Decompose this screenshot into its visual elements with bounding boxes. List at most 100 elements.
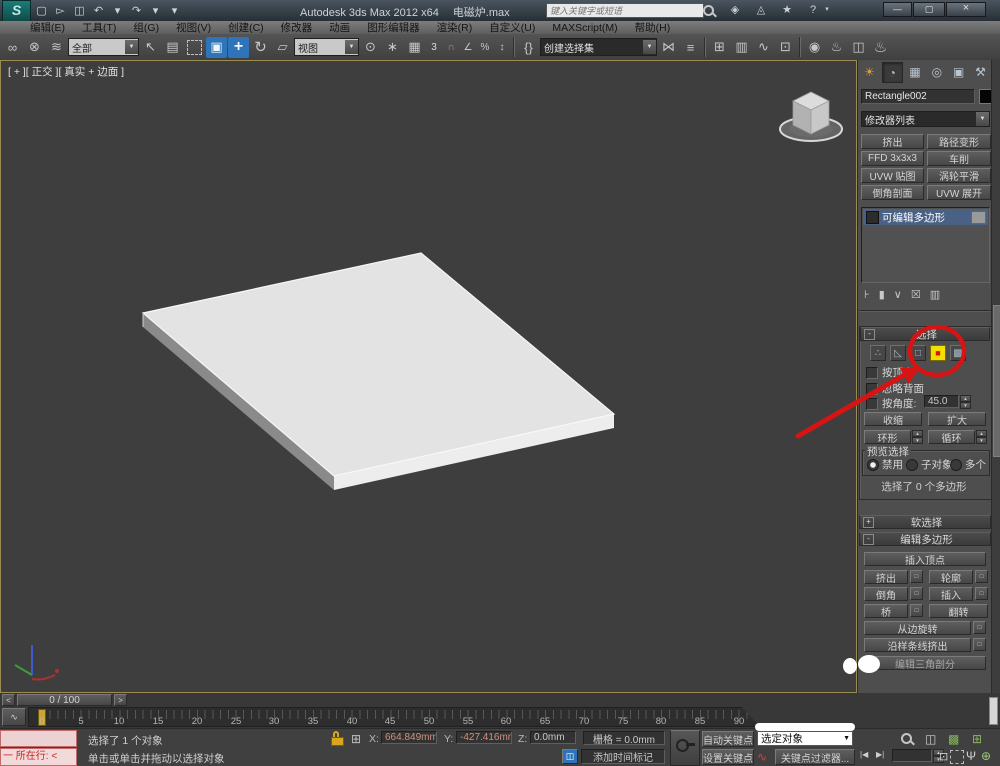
element-subobject-icon[interactable]: ▩ — [950, 345, 966, 361]
outline-button[interactable]: 轮廓 — [929, 570, 973, 584]
percent-snap-icon[interactable]: % — [477, 37, 493, 58]
select-and-move-icon[interactable]: + — [228, 37, 249, 58]
menu-help[interactable]: 帮助(H) — [635, 20, 671, 35]
pin-stack-icon[interactable]: ⊦ — [864, 288, 870, 301]
zoom-extents-icon[interactable]: ▩ — [948, 732, 959, 746]
angle-spinner[interactable]: ▲▼ — [960, 395, 971, 408]
ignore-backfacing-checkbox-row[interactable]: 忽略背面 — [866, 381, 924, 396]
select-and-manipulate-icon[interactable]: ∗ — [382, 37, 403, 58]
chevron-down-icon[interactable]: ▼ — [125, 40, 138, 54]
key-filter-selected-dropdown[interactable]: 选定对象 ▼ — [757, 731, 853, 746]
modifier-button-extrude[interactable]: 挤出 — [861, 134, 924, 149]
next-frame-icon[interactable]: ▶| — [876, 750, 884, 759]
select-by-name-icon[interactable]: ▤ — [162, 37, 183, 58]
preview-subobject-radio-row[interactable]: 子对象 — [906, 457, 953, 472]
infocenter-search-input[interactable] — [546, 3, 704, 18]
angle-value-field[interactable]: 45.0 — [924, 395, 959, 408]
viewport[interactable]: [ + ][ 正交 ][ 真实 + 边面 ] — [0, 60, 857, 693]
panel-scrollbar-thumb[interactable] — [993, 305, 1000, 457]
absolute-offset-mode-icon[interactable]: ⊞ — [351, 732, 361, 746]
window-crossing-toggle-icon[interactable]: ▣ — [206, 37, 227, 58]
tab-motion-icon[interactable]: ◎ — [927, 62, 946, 81]
remove-modifier-icon[interactable]: ☒ — [911, 288, 921, 301]
angle-snap-icon[interactable]: ∠ — [460, 37, 476, 58]
undo-icon[interactable]: ↶ — [91, 4, 106, 17]
panel-scrollbar[interactable] — [991, 60, 1000, 694]
set-key-button[interactable]: 设置关键点 — [702, 749, 754, 765]
rendered-frame-window-icon[interactable]: ◫ — [848, 37, 869, 58]
subscription-icon[interactable]: ◈ — [726, 3, 744, 17]
stack-item-editable-poly[interactable]: 可编辑多边形 — [863, 209, 988, 225]
redo-icon[interactable]: ↷ — [129, 4, 144, 17]
extrude-button[interactable]: 挤出 — [864, 570, 908, 584]
preview-multiple-radio-row[interactable]: 多个 — [950, 457, 986, 472]
select-and-link-icon[interactable]: ∞ — [2, 37, 23, 58]
material-editor-icon[interactable]: ◉ — [804, 37, 825, 58]
application-menu-button[interactable]: S — [2, 0, 31, 22]
minimize-button[interactable]: — — [883, 2, 912, 17]
preview-disable-radio-row[interactable]: 禁用 — [867, 457, 903, 472]
modifier-list-dropdown[interactable]: 修改器列表 ▼ — [861, 111, 990, 127]
selection-filter-dropdown[interactable]: 全部 ▼ — [68, 38, 139, 56]
bevel-settings-icon[interactable]: □ — [910, 587, 923, 600]
zoom-extents-all-icon[interactable]: ⊞ — [972, 732, 982, 746]
help-icon[interactable]: ? — [804, 3, 822, 17]
configure-modifier-sets-icon[interactable]: ▥ — [930, 288, 940, 301]
hinge-settings-icon[interactable]: □ — [973, 621, 986, 634]
insert-vertex-button[interactable]: 插入顶点 — [864, 552, 986, 566]
pan-hand-icon[interactable]: Ψ — [966, 749, 976, 763]
edit-polygons-rollout-header[interactable]: - 编辑多边形 — [859, 532, 991, 546]
spin-up-icon[interactable]: ▲ — [976, 430, 987, 437]
time-slider[interactable]: 0 / 100 — [17, 694, 112, 706]
select-and-rotate-icon[interactable]: ↻ — [250, 37, 271, 58]
loop-button[interactable]: 循环 — [928, 430, 975, 444]
menu-edit[interactable]: 编辑(E) — [30, 20, 65, 35]
key-curve-icon[interactable]: ∿ — [757, 750, 767, 764]
mini-curve-editor-icon[interactable]: ∿ — [2, 708, 26, 726]
key-filters-button[interactable]: 关键点过滤器... — [775, 749, 855, 765]
menu-rendering[interactable]: 渲染(R) — [437, 20, 473, 35]
ring-button[interactable]: 环形 — [864, 430, 911, 444]
maximize-viewport-toggle-icon[interactable]: ⊡ — [939, 750, 948, 763]
search-icon[interactable] — [702, 4, 716, 21]
y-coord-field[interactable]: -427.416mm — [456, 731, 512, 744]
menu-customize[interactable]: 自定义(U) — [489, 20, 535, 35]
expand-icon[interactable]: + — [863, 517, 874, 528]
menu-group[interactable]: 组(G) — [133, 20, 159, 35]
help-dropdown-icon[interactable]: ▾ — [822, 3, 832, 17]
undo-dropdown-icon[interactable]: ▾ — [110, 4, 125, 17]
modifier-button-ffd3x3x3[interactable]: FFD 3x3x3 — [861, 151, 924, 166]
open-file-icon[interactable]: ▻ — [53, 4, 68, 17]
select-object-icon[interactable]: ↖ — [140, 37, 161, 58]
zoom-icon[interactable] — [900, 732, 914, 749]
modifier-button-lathe[interactable]: 车削 — [927, 151, 991, 166]
render-setup-icon[interactable]: ♨ — [826, 37, 847, 58]
use-pivot-point-icon[interactable]: ⊙ — [360, 37, 381, 58]
keyboard-override-toggle-icon[interactable]: ▦ — [404, 37, 425, 58]
menu-animation[interactable]: 动画 — [329, 20, 350, 35]
spin-down-icon[interactable]: ▼ — [912, 437, 923, 444]
slab-object[interactable] — [1, 61, 856, 692]
spin-down-icon[interactable]: ▼ — [960, 402, 971, 409]
auto-key-button[interactable]: 自动关键点 — [702, 731, 754, 747]
bridge-button[interactable]: 桥 — [864, 604, 908, 618]
spin-down-icon[interactable]: ▼ — [976, 437, 987, 444]
edit-named-selection-sets-icon[interactable]: {} — [518, 37, 539, 58]
curve-editor-icon[interactable]: ∿ — [753, 37, 774, 58]
viewcube[interactable] — [769, 79, 853, 153]
named-selection-sets-dropdown[interactable]: 创建选择集 ▼ — [540, 38, 657, 56]
bind-to-space-warp-icon[interactable]: ≋ — [46, 37, 67, 58]
graphite-ribbon-icon[interactable]: ▥ — [731, 37, 752, 58]
communication-center-icon[interactable]: ◬ — [752, 3, 770, 17]
close-button[interactable]: × — [946, 2, 986, 17]
tab-utilities-icon[interactable]: ⚒ — [971, 62, 990, 81]
bridge-settings-icon[interactable]: □ — [910, 604, 923, 617]
outline-settings-icon[interactable]: □ — [975, 570, 988, 583]
snaps-magnet-icon[interactable]: ∩ — [443, 37, 459, 58]
modifier-button-uvwmap[interactable]: UVW 贴图 — [861, 168, 924, 183]
chevron-down-icon[interactable]: ▼ — [345, 40, 358, 54]
menu-graph-editors[interactable]: 图形编辑器 — [367, 20, 420, 35]
extrude-settings-icon[interactable]: □ — [910, 570, 923, 583]
new-file-icon[interactable]: ▢ — [34, 4, 49, 17]
reference-coordinate-dropdown[interactable]: 视图 ▼ — [294, 38, 359, 56]
